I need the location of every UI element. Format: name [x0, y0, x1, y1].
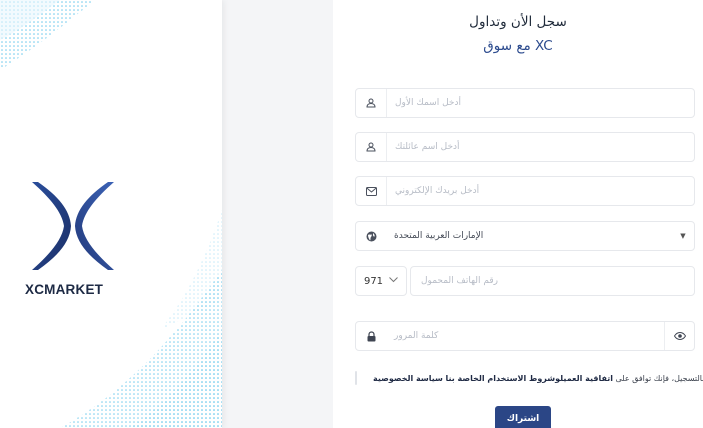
terms-of-use-link[interactable]: وشروط الاستخدام الخاصة بنا — [445, 374, 560, 383]
terms-checkbox[interactable] — [355, 371, 357, 385]
terms-agreement: بالتسجيل، فإنك توافق على اتفاقية العميلو… — [355, 370, 703, 386]
terms-prefix: بالتسجيل، فإنك توافق على — [615, 373, 703, 383]
phone-placeholder: رقم الهاتف المحمول — [421, 276, 498, 286]
signup-page: XCMARKET سجل الأن وتداول مع سوق XC أدخل … — [0, 0, 703, 428]
terms-text: بالتسجيل، فإنك توافق على اتفاقية العميلو… — [373, 374, 703, 383]
country-select[interactable]: الإمارات العربية المتحدة ▼ — [355, 221, 695, 251]
phone-input[interactable]: رقم الهاتف المحمول — [410, 266, 695, 296]
password-field[interactable]: كلمة المرور — [355, 321, 695, 351]
country-value: الإمارات العربية المتحدة — [394, 231, 484, 241]
chevron-down-icon: ▼ — [680, 232, 686, 240]
client-agreement-link[interactable]: اتفاقية العميل — [560, 374, 613, 383]
form-heading: سجل الأن وتداول — [469, 14, 567, 30]
first-name-placeholder: أدخل اسمك الأول — [395, 98, 461, 108]
brand-panel: XCMARKET — [0, 0, 222, 428]
password-placeholder: كلمة المرور — [394, 331, 439, 341]
country-code-select[interactable]: 971 — [355, 266, 407, 296]
brand-name: XCMARKET — [25, 282, 104, 297]
lock-icon — [356, 322, 386, 350]
email-field[interactable]: أدخل بريدك الإلكتروني — [355, 176, 695, 206]
eye-icon[interactable] — [664, 322, 694, 350]
chevron-down-icon — [389, 276, 398, 286]
xcmarket-logo: XCMARKET — [25, 180, 121, 297]
password-input[interactable]: كلمة المرور — [386, 331, 664, 341]
xc-logo-mark — [32, 182, 114, 270]
first-name-input[interactable]: أدخل اسمك الأول — [387, 89, 694, 117]
country-code-value: 971 — [363, 275, 384, 287]
mail-icon — [356, 177, 386, 205]
first-name-field[interactable]: أدخل اسمك الأول — [355, 88, 695, 118]
email-placeholder: أدخل بريدك الإلكتروني — [395, 186, 480, 196]
email-input[interactable]: أدخل بريدك الإلكتروني — [387, 177, 694, 205]
globe-icon — [356, 222, 386, 250]
last-name-field[interactable]: أدخل اسم عائلتك — [355, 132, 695, 162]
privacy-policy-link[interactable]: سياسة الخصوصية — [373, 374, 443, 383]
last-name-placeholder: أدخل اسم عائلتك — [395, 142, 460, 152]
last-name-input[interactable]: أدخل اسم عائلتك — [387, 133, 694, 161]
subscribe-button[interactable]: اشتراك — [495, 406, 551, 428]
user-icon — [356, 89, 386, 117]
form-subheading: مع سوق XC — [483, 38, 553, 54]
signup-form-panel: سجل الأن وتداول مع سوق XC أدخل اسمك الأو… — [333, 0, 703, 428]
user-icon — [356, 133, 386, 161]
